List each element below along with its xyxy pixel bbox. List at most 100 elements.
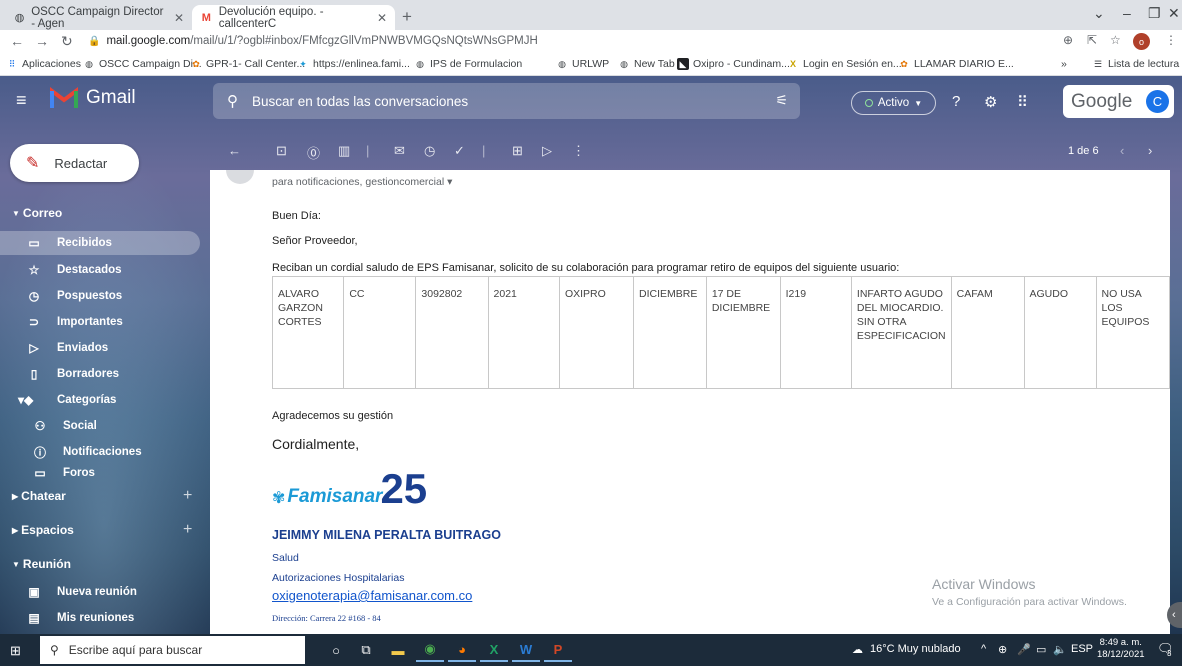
microphone-icon[interactable]: 🎤 [1017, 643, 1031, 656]
bookmark-oscc[interactable]: ◍ OSCC Campaign Di... [83, 58, 202, 70]
sidebar-item-notificaciones[interactable]: ⓘ Notificaciones [0, 440, 200, 464]
bookmarks-more[interactable]: » [1061, 58, 1067, 70]
sidebar-item-recibidos[interactable]: ▭ Recibidos [0, 231, 200, 255]
back-to-inbox-icon[interactable]: ← [228, 143, 241, 158]
archive-icon[interactable]: ⊡ [276, 143, 287, 159]
trash-icon[interactable]: ▥ [338, 143, 350, 159]
search-bar[interactable]: ⚲ Buscar en todas las conversaciones ⚟ [213, 83, 800, 119]
volume-icon[interactable]: 🔈 [1053, 643, 1067, 656]
report-spam-icon[interactable]: ⓪ [307, 143, 320, 162]
add-task-icon[interactable]: ✓ [454, 143, 465, 159]
sidebar-item-foros[interactable]: ▭ Foros [0, 464, 200, 482]
signature-email-link[interactable]: oxigenoterapia@famisanar.com.co [272, 588, 472, 603]
close-icon[interactable]: ✕ [377, 11, 387, 25]
menu-dots-icon[interactable]: ⋮ [1165, 33, 1177, 47]
word-icon[interactable]: W [512, 638, 540, 662]
network-icon[interactable]: ⊕ [998, 643, 1007, 656]
add-chat-icon[interactable]: + [183, 487, 192, 505]
mark-unread-icon[interactable]: ✉ [394, 143, 405, 159]
bookmark-login[interactable]: X Login en Sesión en... [787, 58, 902, 70]
taskbar-search-input[interactable]: Escribe aquí para buscar [69, 643, 202, 657]
search-options-icon[interactable]: ⚟ [775, 92, 788, 109]
sidebar-item-label: Foros [63, 467, 95, 479]
forward-icon[interactable]: → [35, 33, 49, 49]
famisanar-icon: ✦ [299, 58, 307, 69]
important-icon: ⊃ [28, 315, 40, 329]
zoom-icon[interactable]: ⊕ [1063, 33, 1073, 47]
google-wordmark: Google [1071, 90, 1133, 112]
google-account-button[interactable]: Google C [1063, 85, 1174, 118]
more-options-icon[interactable]: ⋮ [572, 143, 585, 159]
older-icon[interactable]: › [1148, 143, 1152, 158]
excel-icon[interactable]: X [480, 638, 508, 662]
search-input[interactable]: Buscar en todas las conversaciones [252, 94, 468, 109]
browser-tab-oscc[interactable]: ◍ OSCC Campaign Director - Agen ✕ [6, 5, 192, 30]
compose-button[interactable]: ✎ Redactar [10, 144, 139, 182]
sidebar-item-enviados[interactable]: ▷ Enviados [0, 336, 200, 360]
sidebar-item-borradores[interactable]: ▯ Borradores [0, 362, 200, 386]
weather-text[interactable]: 16°C Muy nublado [870, 643, 961, 655]
bookmark-oxipro[interactable]: ◣ Oxipro - Cundinam... [677, 58, 790, 70]
section-chatear[interactable]: ▶ Chatear + [0, 485, 200, 507]
label-icon[interactable]: ▷ [542, 143, 552, 159]
help-icon[interactable]: ? [952, 93, 960, 110]
section-espacios[interactable]: ▶ Espacios + [0, 519, 200, 541]
move-to-icon[interactable]: ⊞ [512, 143, 523, 159]
tray-chevron-icon[interactable]: ^ [981, 643, 986, 655]
tab-search-icon[interactable]: ⌄ [1093, 5, 1105, 22]
snooze-icon[interactable]: ◷ [424, 143, 435, 159]
sidebar-item-destacados[interactable]: ☆ Destacados [0, 258, 200, 282]
new-tab-button[interactable]: + [402, 7, 412, 27]
task-view-icon[interactable]: ⧉ [352, 638, 380, 662]
add-space-icon[interactable]: + [183, 521, 192, 539]
browser-tab-gmail[interactable]: M Devolución equipo. - callcenterC ✕ [192, 5, 395, 30]
bookmark-urlwp[interactable]: ◍ URLWP [556, 58, 609, 70]
weather-icon[interactable]: ☁ [852, 643, 863, 656]
newer-icon[interactable]: ‹ [1120, 143, 1124, 158]
reload-icon[interactable]: ↻ [61, 33, 73, 50]
search-icon[interactable]: ⚲ [227, 92, 238, 110]
bookmark-newtab[interactable]: ◍ New Tab [618, 58, 675, 70]
minimize-icon[interactable]: – [1123, 5, 1131, 21]
bookmark-enlinea[interactable]: ✦ https://enlinea.fami... [297, 58, 410, 70]
sidebar-item-nueva-reunion[interactable]: ▣ Nueva reunión [0, 580, 200, 604]
address-bar[interactable]: 🔒 mail.google.com/mail/u/1/?ogbl#inbox/F… [88, 31, 1088, 51]
monitor-icon[interactable]: ▭ [1036, 643, 1046, 656]
section-reunion[interactable]: ▼ Reunión [0, 553, 200, 575]
sidebar-item-social[interactable]: ⚇ Social [0, 414, 200, 438]
apps-grid-icon[interactable]: ⠿ [1017, 93, 1028, 111]
closing-text: Cordialmente, [272, 436, 360, 452]
back-icon[interactable]: ← [10, 33, 24, 49]
gmail-m-icon [50, 87, 78, 108]
bookmark-ips[interactable]: ◍ IPS de Formulacion [414, 58, 522, 70]
bookmark-star-icon[interactable]: ☆ [1110, 33, 1121, 47]
cortana-icon[interactable]: ○ [322, 638, 350, 662]
window-close-icon[interactable]: ✕ [1168, 5, 1180, 22]
chrome-icon[interactable]: ◉ [416, 638, 444, 662]
bookmark-llamar[interactable]: ✿ LLAMAR DIARIO E... [898, 58, 1014, 70]
windows-start-icon[interactable]: ⊞ [10, 643, 21, 659]
restore-icon[interactable]: ❐ [1148, 5, 1161, 22]
bookmark-apps[interactable]: ⠿ Aplicaciones [6, 58, 81, 70]
profile-avatar[interactable]: o [1133, 33, 1150, 50]
sidebar-item-pospuestos[interactable]: ◷ Pospuestos [0, 284, 200, 308]
reading-list[interactable]: ☰ Lista de lectura [1092, 58, 1179, 70]
language-indicator[interactable]: ESP [1071, 643, 1093, 655]
gear-icon[interactable]: ⚙ [984, 93, 997, 111]
share-icon[interactable]: ⇱ [1087, 33, 1097, 47]
taskbar-clock[interactable]: 8:49 a. m. 18/12/2021 [1097, 637, 1145, 661]
gmail-logo[interactable]: Gmail [50, 87, 136, 109]
file-explorer-icon[interactable]: ▬ [384, 638, 412, 662]
status-selector[interactable]: Activo ▼ [851, 91, 936, 115]
recipients-line[interactable]: para notificaciones, gestioncomercial ▾ [272, 176, 452, 188]
close-icon[interactable]: ✕ [174, 11, 184, 25]
main-menu-icon[interactable]: ≡ [16, 90, 27, 111]
section-correo[interactable]: ▼ Correo [0, 202, 200, 224]
powerpoint-icon[interactable]: P [544, 638, 572, 662]
firefox-icon[interactable]: ◕ [448, 638, 476, 662]
taskbar-search[interactable]: ⚲ Escribe aquí para buscar [40, 636, 305, 664]
sidebar-item-categorias[interactable]: ▾◆ Categorías [0, 388, 200, 412]
bookmark-gpr[interactable]: ✿ GPR-1- Call Center... [190, 58, 305, 70]
sidebar-item-importantes[interactable]: ⊃ Importantes [0, 310, 200, 334]
sidebar-item-mis-reuniones[interactable]: ▤ Mis reuniones [0, 606, 200, 630]
